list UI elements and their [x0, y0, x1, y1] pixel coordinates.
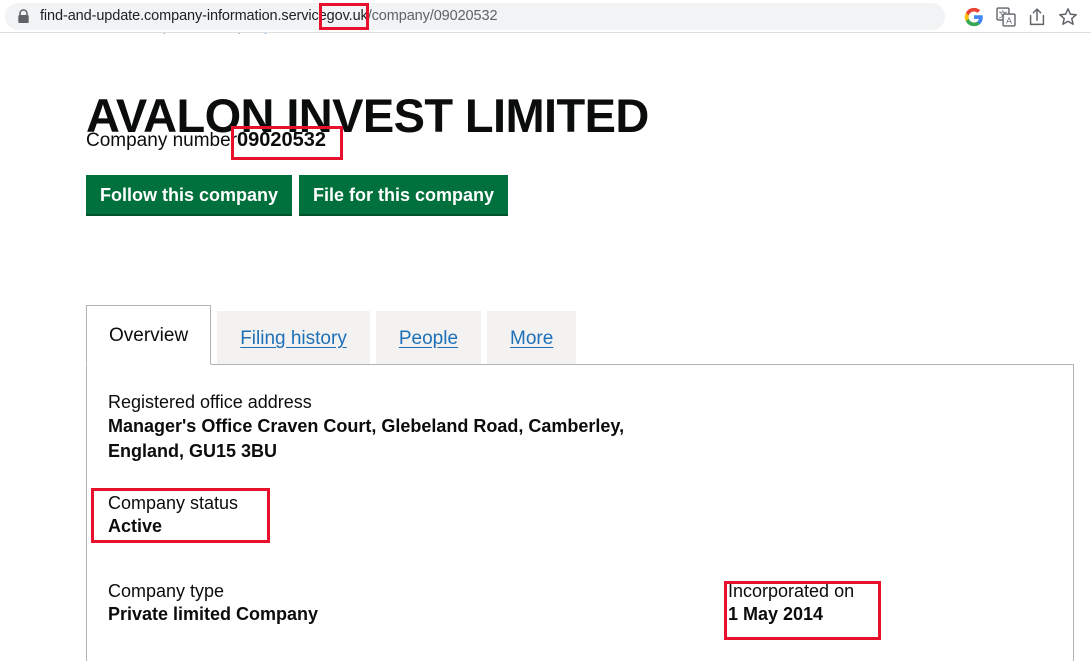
follow-company-button[interactable]: Follow this company [86, 175, 293, 216]
url-text: find-and-update.company-information.serv… [40, 8, 498, 25]
company-status-block: Company status Active [108, 492, 1053, 540]
share-icon[interactable] [1026, 6, 1048, 28]
tab-overview[interactable]: Overview [86, 305, 212, 365]
company-status-value: Active [108, 516, 163, 537]
url-domain-prefix: find-and-update.company-information.serv… [40, 8, 327, 25]
translate-icon[interactable]: 文 A [995, 6, 1017, 28]
incorporated-on-label: Incorporated on [728, 580, 855, 601]
tab-filing-history[interactable]: Filing history [217, 311, 370, 364]
breadcrumb-link[interactable]: Find and update company [87, 33, 305, 34]
registered-office-value: Manager's Office Craven Court, Glebeland… [108, 415, 625, 461]
company-type-value: Private limited Company [108, 604, 319, 625]
tab-panel-overview: Registered office address Manager's Offi… [86, 364, 1074, 661]
url-domain-tld: gov.uk [326, 8, 368, 25]
incorporated-block: Incorporated on 1 May 2014 [728, 580, 928, 628]
company-type-block: Company type Private limited Company [108, 580, 728, 628]
breadcrumb[interactable]: Find and update company [87, 33, 305, 35]
lock-icon [18, 9, 29, 23]
tab-people[interactable]: People [375, 311, 482, 364]
action-buttons: Follow this company File for this compan… [86, 175, 509, 216]
bookmark-star-icon[interactable] [1057, 6, 1079, 28]
browser-chrome: find-and-update.company-information.serv… [0, 0, 1091, 33]
google-icon[interactable] [963, 6, 985, 28]
company-status-label: Company status [108, 492, 239, 513]
tab-list: Overview Filing history People More [86, 305, 1074, 365]
file-for-company-button[interactable]: File for this company [299, 175, 509, 216]
address-bar[interactable]: find-and-update.company-information.serv… [5, 3, 945, 30]
tabs-container: Overview Filing history People More Regi… [86, 305, 1074, 661]
company-number-value: 09020532 [237, 129, 327, 151]
bottom-row: Company type Private limited Company Inc… [108, 580, 1053, 628]
company-number-line: Company number09020532 [86, 130, 326, 150]
registered-office-label: Registered office address [108, 392, 312, 412]
tab-more[interactable]: More [487, 311, 577, 364]
company-number-label: Company number [86, 130, 238, 151]
company-type-label: Company type [108, 580, 225, 601]
registered-office-block: Registered office address Manager's Offi… [108, 391, 1053, 464]
page-content: Find and update company AVALON INVEST LI… [0, 33, 1091, 661]
incorporated-on-value: 1 May 2014 [728, 604, 824, 625]
url-path: /company/09020532 [367, 8, 498, 25]
svg-text:A: A [1006, 15, 1012, 25]
